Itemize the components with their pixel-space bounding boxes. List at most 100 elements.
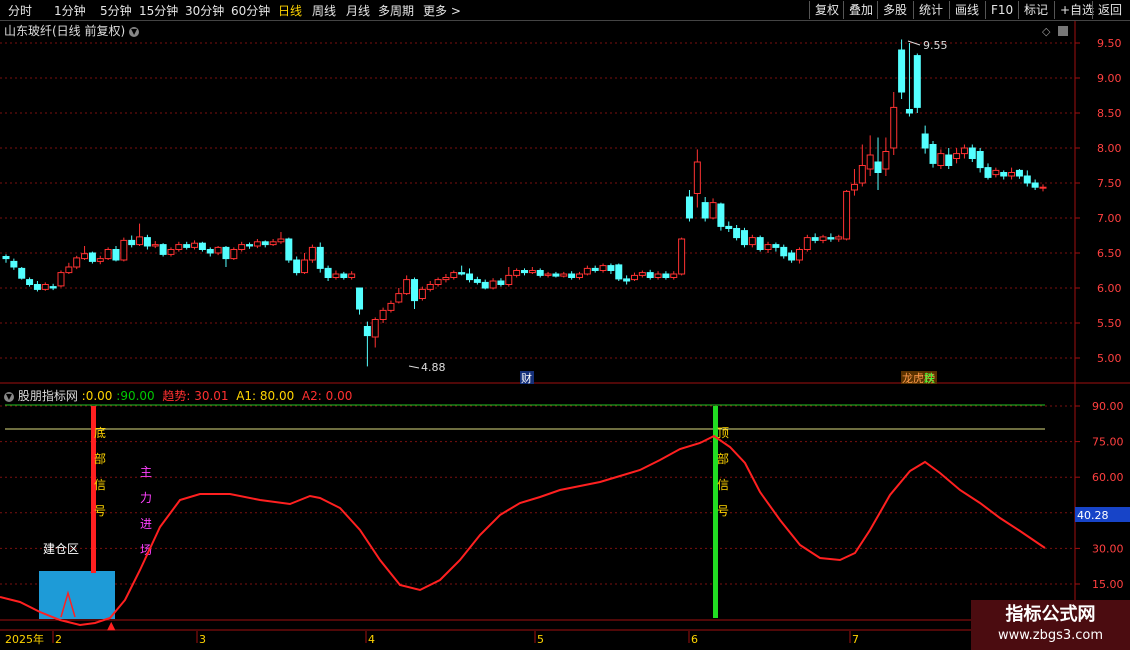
candle-body bbox=[536, 270, 544, 276]
high-pointer bbox=[907, 40, 921, 46]
indicator-label-4: A2: bbox=[301, 389, 322, 403]
period-tab-timeshare[interactable]: 分时 bbox=[8, 2, 32, 19]
candle-body bbox=[795, 249, 803, 261]
drop-badge[interactable]: 跌 bbox=[924, 371, 935, 385]
candlestick-series bbox=[2, 39, 1047, 367]
build-zone-label: 建仓区 bbox=[43, 542, 79, 556]
period-tab-15min[interactable]: 15分钟 bbox=[139, 2, 178, 19]
candle-body bbox=[513, 270, 521, 276]
candle-body bbox=[984, 167, 992, 178]
candle-body bbox=[528, 270, 536, 274]
period-tab-weekly[interactable]: 周线 bbox=[312, 2, 336, 19]
candle-body bbox=[371, 319, 379, 338]
candle-body bbox=[253, 241, 261, 247]
f10-button[interactable]: F10 bbox=[985, 1, 1018, 19]
period-tab-60min[interactable]: 60分钟 bbox=[231, 2, 270, 19]
time-label: 5 bbox=[537, 633, 544, 646]
candle-body bbox=[222, 246, 230, 260]
multi-stock-button[interactable]: 多股 bbox=[877, 1, 912, 19]
indicator-axis: 90.00 75.00 60.00 45.00 30.00 15.00 bbox=[1075, 400, 1124, 591]
candle-body bbox=[607, 265, 615, 272]
candle-body bbox=[905, 109, 913, 114]
bottom-signal-char: 信 bbox=[94, 478, 106, 492]
top-signal-char: 顶 bbox=[717, 426, 729, 440]
candle-body bbox=[348, 273, 356, 278]
overlay-button[interactable]: 叠加 bbox=[843, 1, 878, 19]
candle-body bbox=[81, 253, 89, 260]
candle-body bbox=[332, 273, 340, 278]
window-toggle-icon[interactable] bbox=[1058, 26, 1068, 36]
candle-body bbox=[654, 273, 662, 278]
candle-body bbox=[151, 244, 159, 247]
candle-body bbox=[583, 267, 591, 275]
candle-body bbox=[685, 196, 693, 219]
adjust-button[interactable]: 复权 bbox=[809, 1, 844, 19]
candle-body bbox=[481, 281, 489, 289]
indicator-value-0: 0.00 bbox=[85, 389, 113, 403]
period-tab-5min[interactable]: 5分钟 bbox=[100, 2, 132, 19]
bottom-signal-text: 底部信号 bbox=[94, 425, 106, 518]
candle-body bbox=[1039, 186, 1047, 189]
draw-line-button[interactable]: 画线 bbox=[949, 1, 984, 19]
candle-body bbox=[198, 242, 206, 250]
mark-button[interactable]: 标记 bbox=[1018, 1, 1053, 19]
main-in-char: 进 bbox=[140, 517, 152, 531]
candle-body bbox=[1015, 169, 1023, 177]
candle-body bbox=[591, 267, 599, 271]
main-in-text: 主力进场 bbox=[140, 465, 152, 557]
more-label: 更多 bbox=[423, 4, 448, 18]
time-label: 7 bbox=[852, 633, 859, 646]
period-tab-daily[interactable]: 日线 bbox=[278, 2, 302, 19]
candle-body bbox=[18, 267, 26, 279]
chevron-right-icon: > bbox=[447, 4, 461, 18]
indicator-tick-label: 45.00 bbox=[1092, 507, 1124, 520]
indicator-tick-label: 90.00 bbox=[1092, 400, 1124, 413]
period-tab-more[interactable]: 更多 > bbox=[423, 2, 461, 19]
candle-body bbox=[128, 239, 136, 246]
candle-body bbox=[2, 256, 10, 260]
price-tick-label: 5.00 bbox=[1097, 352, 1122, 365]
candle-body bbox=[913, 55, 921, 108]
period-tab-30min[interactable]: 30分钟 bbox=[185, 2, 224, 19]
stats-button[interactable]: 统计 bbox=[913, 1, 948, 19]
candle-body bbox=[921, 133, 929, 149]
candle-body bbox=[890, 106, 898, 149]
candle-body bbox=[88, 252, 96, 262]
candle-body bbox=[929, 144, 937, 164]
indicator-title[interactable]: ▼ 股朋指标网 :0.00 :90.00 趋势: 30.01 A1: 80.00… bbox=[4, 387, 352, 404]
top-signal-bar bbox=[713, 406, 718, 618]
candle-body bbox=[1023, 175, 1031, 184]
dropdown-icon[interactable]: ▼ bbox=[4, 391, 14, 402]
rank-badge[interactable]: 龙虎榜 bbox=[902, 371, 935, 385]
current-value: 40.28 bbox=[1077, 509, 1109, 522]
diamond-icon[interactable]: ◇ bbox=[1042, 25, 1051, 38]
candle-body bbox=[599, 265, 607, 272]
period-tab-multi[interactable]: 多周期 bbox=[378, 2, 414, 19]
candle-body bbox=[418, 288, 426, 299]
candle-body bbox=[1008, 172, 1016, 177]
price-axis: 9.50 9.00 8.50 8.00 7.50 7.00 6.50 6.00 5.50 5.00 bbox=[1075, 37, 1122, 365]
current-value-box bbox=[1075, 507, 1130, 522]
candle-body bbox=[960, 147, 968, 155]
candle-body bbox=[615, 264, 623, 280]
time-label: 2025年 bbox=[5, 632, 44, 646]
stock-title[interactable]: 山东玻纤(日线 前复权) ▼ bbox=[4, 22, 140, 39]
candle-body bbox=[819, 236, 827, 241]
period-tab-monthly[interactable]: 月线 bbox=[346, 2, 370, 19]
candle-body bbox=[41, 284, 49, 290]
watermark: 指标公式网 www.zbgs3.com bbox=[971, 600, 1130, 650]
back-button[interactable]: 返回 bbox=[1092, 1, 1127, 19]
dropdown-icon[interactable]: ▼ bbox=[129, 26, 140, 37]
candle-body bbox=[473, 279, 481, 283]
period-tab-1min[interactable]: 1分钟 bbox=[54, 2, 86, 19]
price-tick-label: 8.00 bbox=[1097, 142, 1122, 155]
candle-body bbox=[725, 225, 733, 229]
indicator-tick-label: 60.00 bbox=[1092, 471, 1124, 484]
main-in-char: 场 bbox=[140, 543, 152, 557]
time-axis: 2025年 2 3 4 5 6 7 bbox=[5, 631, 859, 646]
candle-body bbox=[764, 244, 772, 251]
main-in-char: 主 bbox=[140, 465, 152, 479]
financial-badge[interactable]: 财 bbox=[521, 371, 532, 385]
candle-body bbox=[120, 239, 128, 261]
candle-body bbox=[450, 272, 458, 279]
